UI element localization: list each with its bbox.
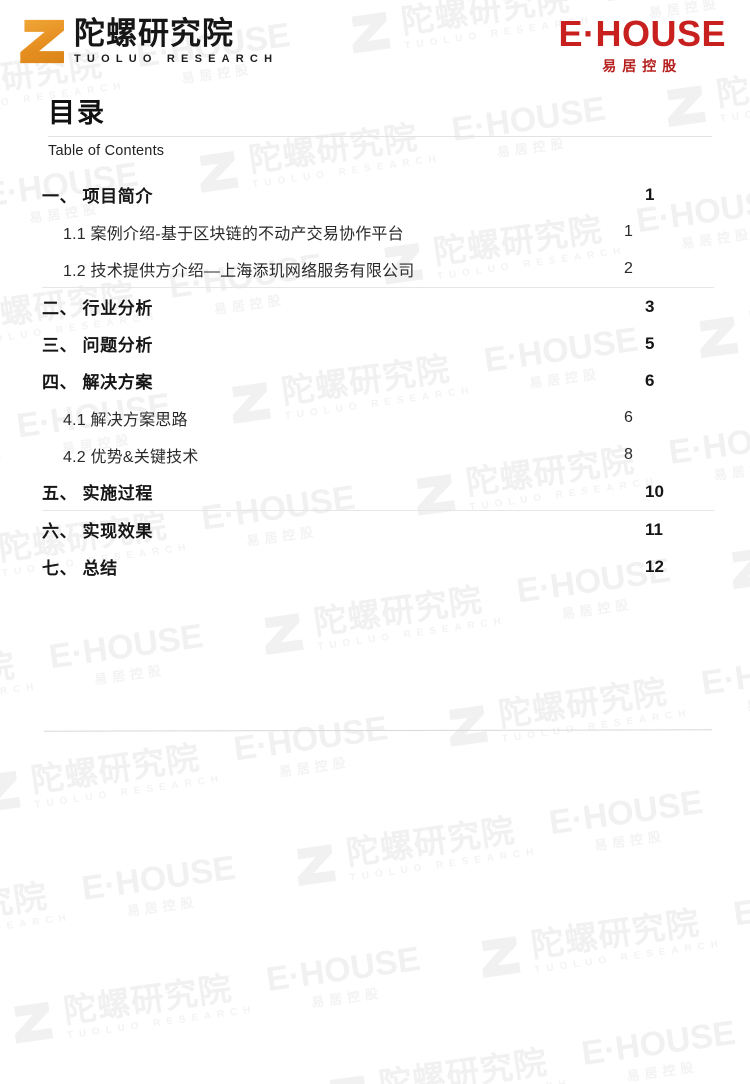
toc-entry-label: 六、 实现效果 <box>42 522 153 541</box>
toc-entry-page-number: 2 <box>624 259 633 277</box>
toc-entry[interactable]: 四、 解决方案 6 <box>42 362 714 399</box>
ehouse-logo-name-cn: 易居控股 <box>602 58 683 74</box>
toc-entry-label: 二、 行业分析 <box>42 299 153 318</box>
toc-entry[interactable]: 三、 问题分析 5 <box>42 325 714 362</box>
page-subtitle: Table of Contents <box>48 143 165 160</box>
toc-entry-page-number: 3 <box>645 296 655 316</box>
document-header: 陀螺研究院 TUOLUO RESEARCH E·HOUSE 易居控股 <box>0 0 750 92</box>
toc-entry-page-number: 6 <box>645 370 655 390</box>
title-divider <box>48 136 712 138</box>
tuoluo-logo-name-en: TUOLUO RESEARCH <box>74 53 279 65</box>
toc-entry[interactable]: 4.1 解决方案思路 6 <box>42 399 714 436</box>
toc-entry[interactable]: 二、 行业分析 3 <box>42 288 714 325</box>
tuoluo-research-logo: 陀螺研究院 TUOLUO RESEARCH <box>18 18 278 65</box>
toc-entry-page-number: 1 <box>645 184 655 204</box>
toc-entry-page-number: 12 <box>645 556 664 576</box>
toc-entry-page-number: 11 <box>645 519 663 539</box>
page-title: 目录 <box>48 98 106 128</box>
toc-entry[interactable]: 六、 实现效果 11 <box>42 511 714 548</box>
toc-entry-label: 五、 实施过程 <box>42 484 153 503</box>
toc-entry[interactable]: 七、 总结 12 <box>42 548 714 585</box>
toc-entry-label: 三、 问题分析 <box>42 336 153 355</box>
document-page: 陀螺研究院 TUOLUO RESEARCH E·HOUSE 易居控股 陀螺研究院 TUOL… <box>0 0 750 1084</box>
title-block: 目录 Table of Contents <box>48 98 712 159</box>
page-content: 陀螺研究院 TUOLUO RESEARCH E·HOUSE 易居控股 目录 Ta… <box>0 0 750 1084</box>
toc-entry-page-number: 1 <box>624 222 633 240</box>
toc-entry-label: 4.1 解决方案思路 <box>63 411 188 429</box>
toc-entry-page-number: 10 <box>645 481 664 501</box>
ehouse-logo-name-en: E·HOUSE <box>558 13 726 54</box>
toc-entry[interactable]: 4.2 优势&关键技术 8 <box>42 436 714 473</box>
toc-entry-page-number: 6 <box>624 408 633 426</box>
toc-entry-label: 一、 项目简介 <box>42 187 153 206</box>
toc-entry-label: 1.1 案例介绍-基于区块链的不动产交易协作平台 <box>63 225 404 243</box>
toc-entry-label: 1.2 技术提供方介绍—上海添玑网络服务有限公司 <box>63 262 415 280</box>
toc-entry-label: 四、 解决方案 <box>42 373 153 392</box>
toc-entry[interactable]: 1.1 案例介绍-基于区块链的不动产交易协作平台 1 <box>42 213 714 250</box>
toc-entry[interactable]: 一、 项目简介 1 <box>42 176 714 213</box>
tuoluo-logo-text: 陀螺研究院 TUOLUO RESEARCH <box>74 18 278 65</box>
toc-entry[interactable]: 五、 实施过程 10 <box>42 473 714 510</box>
bottom-divider <box>43 729 713 732</box>
ehouse-logo: E·HOUSE 易居控股 <box>558 13 726 74</box>
toc-entry-page-number: 5 <box>645 333 655 353</box>
toc-entry-label: 七、 总结 <box>42 559 118 578</box>
toc-entry[interactable]: 1.2 技术提供方介绍—上海添玑网络服务有限公司 2 <box>42 250 714 287</box>
toc-entry-page-number: 8 <box>624 445 633 463</box>
toc-entry-label: 4.2 优势&关键技术 <box>63 448 199 466</box>
table-of-contents: 一、 项目简介 1 1.1 案例介绍-基于区块链的不动产交易协作平台 1 1.2 技术提… <box>42 176 714 585</box>
tuoluo-logo-name-cn: 陀螺研究院 <box>74 16 234 51</box>
z-monogram-icon <box>20 19 64 64</box>
